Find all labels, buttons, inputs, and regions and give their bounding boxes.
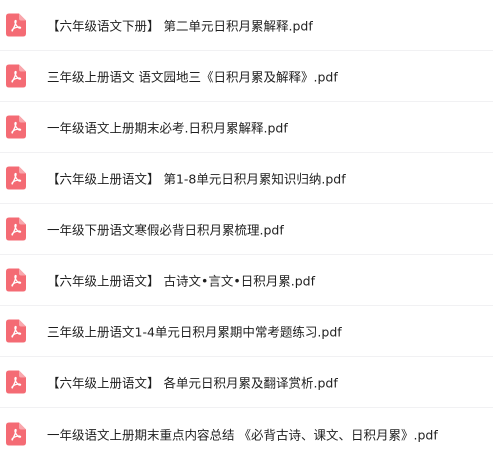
pdf-file-icon (6, 370, 26, 394)
file-row[interactable]: 一年级语文上册期末必考.日积月累解释.pdf (0, 102, 493, 153)
pdf-file-icon (6, 166, 26, 190)
file-row[interactable]: 一年级下册语文寒假必背日积月累梳理.pdf (0, 204, 493, 255)
pdf-file-icon (6, 115, 26, 139)
file-name: 【六年级上册语文】 各单元日积月累及翻译赏析.pdf (47, 375, 338, 391)
pdf-file-icon (6, 268, 26, 292)
file-name: 【六年级语文下册】 第二单元日积月累解释.pdf (47, 18, 313, 34)
pdf-file-icon (6, 13, 26, 37)
file-row[interactable]: 【六年级上册语文】 各单元日积月累及翻译赏析.pdf (0, 357, 493, 408)
file-row[interactable]: 【六年级上册语文】 古诗文•言文•日积月累.pdf (0, 255, 493, 306)
file-row[interactable]: 三年级上册语文 语文园地三《日积月累及解释》.pdf (0, 51, 493, 102)
pdf-file-icon (6, 64, 26, 88)
file-name: 三年级上册语文1-4单元日积月累期中常考题练习.pdf (47, 324, 342, 340)
file-row[interactable]: 【六年级上册语文】 第1-8单元日积月累知识归纳.pdf (0, 153, 493, 204)
file-name: 一年级下册语文寒假必背日积月累梳理.pdf (47, 222, 284, 238)
pdf-file-icon (6, 422, 26, 445)
pdf-file-icon (6, 319, 26, 343)
file-name: 【六年级上册语文】 古诗文•言文•日积月累.pdf (47, 273, 315, 289)
file-list: 【六年级语文下册】 第二单元日积月累解释.pdf 三年级上册语文 语文园地三《日… (0, 0, 493, 459)
file-name: 【六年级上册语文】 第1-8单元日积月累知识归纳.pdf (47, 171, 346, 187)
pdf-file-icon (6, 217, 26, 241)
file-row[interactable]: 【六年级语文下册】 第二单元日积月累解释.pdf (0, 0, 493, 51)
file-row[interactable]: 三年级上册语文1-4单元日积月累期中常考题练习.pdf (0, 306, 493, 357)
file-row[interactable]: 一年级语文上册期末重点内容总结 《必背古诗、课文、日积月累》.pdf (0, 408, 493, 459)
file-name: 一年级语文上册期末重点内容总结 《必背古诗、课文、日积月累》.pdf (47, 427, 438, 442)
file-name: 一年级语文上册期末必考.日积月累解释.pdf (47, 120, 288, 136)
file-name: 三年级上册语文 语文园地三《日积月累及解释》.pdf (47, 69, 338, 85)
